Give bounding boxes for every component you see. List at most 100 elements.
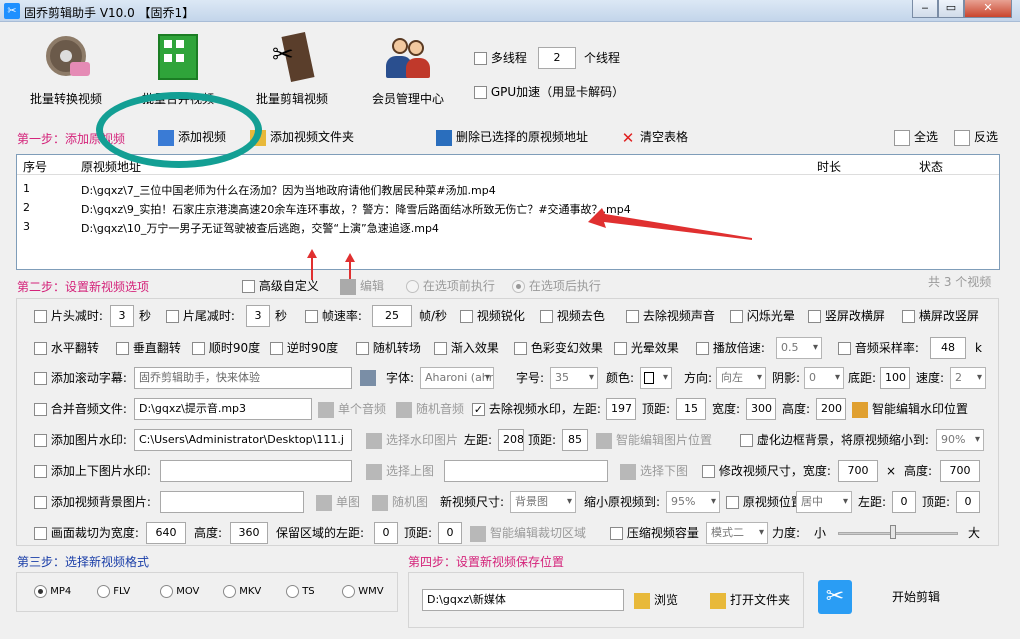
bottom-margin-input[interactable]: 100 (880, 367, 910, 389)
h2v-option[interactable]: 横屏改竖屏 (902, 306, 979, 326)
video-position-option[interactable]: 原视频位置: (726, 492, 807, 512)
wm-height-input[interactable]: 200 (816, 398, 846, 420)
choose-bottom-image-button[interactable]: 选择下图 (620, 461, 688, 481)
tail-trim-option[interactable]: 片尾减时: (166, 306, 235, 326)
sample-rate-option[interactable]: 音频采样率: (838, 338, 919, 358)
edit-button[interactable]: 编辑 (340, 276, 384, 296)
top-image-input[interactable] (160, 460, 352, 482)
bg-image-checkbox[interactable] (34, 496, 47, 509)
blur-border-option[interactable]: 虚化边框背景，将原视频缩小到: (740, 430, 929, 450)
shrink-select[interactable]: 95% (666, 491, 720, 513)
random-transition-option[interactable]: 随机转场 (356, 338, 421, 358)
rotate-ccw-option[interactable]: 逆时90度 (270, 338, 338, 358)
resize-width-input[interactable]: 700 (838, 460, 878, 482)
smart-crop-button[interactable]: 智能编辑裁切区域 (470, 523, 586, 543)
force-slider-thumb[interactable] (890, 525, 896, 539)
scissors-icon[interactable]: ✂ (818, 580, 852, 614)
mute-checkbox[interactable] (626, 310, 639, 323)
halo-checkbox[interactable] (614, 342, 627, 355)
smart-image-button[interactable]: 智能编辑图片位置 (596, 430, 712, 450)
remove-watermark-option[interactable]: 去除视频水印，左距: (472, 399, 601, 419)
color-shift-option[interactable]: 色彩变幻效果 (514, 338, 603, 358)
image-watermark-checkbox[interactable] (34, 434, 47, 447)
audio-path-input[interactable]: D:\gqxz\提示音.mp3 (134, 398, 312, 420)
format-flv-option[interactable]: FLV (97, 582, 130, 602)
compress-checkbox[interactable] (610, 527, 623, 540)
format-mp4-radio[interactable] (34, 584, 47, 598)
vflip-option[interactable]: 垂直翻转 (116, 338, 181, 358)
scroll-text-input[interactable]: 固乔剪辑助手，快来体验 (134, 367, 352, 389)
scroll-speed-select[interactable]: 2 (950, 367, 986, 389)
tail-trim-checkbox[interactable] (166, 310, 179, 323)
advanced-checkbox[interactable] (242, 280, 255, 293)
sample-rate-checkbox[interactable] (838, 342, 851, 355)
format-mov-radio[interactable] (160, 584, 173, 598)
bg-image-input[interactable] (160, 491, 304, 513)
updown-image-option[interactable]: 添加上下图片水印: (34, 461, 151, 481)
h2v-checkbox[interactable] (902, 310, 915, 323)
format-mkv-option[interactable]: MKV (223, 582, 261, 602)
v2h-option[interactable]: 竖屏改横屏 (808, 306, 885, 326)
advanced-option[interactable]: 高级自定义 (242, 276, 319, 296)
v2h-checkbox[interactable] (808, 310, 821, 323)
fadein-checkbox[interactable] (434, 342, 447, 355)
before-radio[interactable] (406, 280, 419, 293)
bg-image-option[interactable]: 添加视频背景图片: (34, 492, 151, 512)
smart-watermark-button[interactable]: 智能编辑水印位置 (852, 399, 968, 419)
flash-checkbox[interactable] (730, 310, 743, 323)
before-option[interactable]: 在选项前执行 (406, 276, 495, 296)
bottom-image-input[interactable] (444, 460, 608, 482)
rotate-ccw-checkbox[interactable] (270, 342, 283, 355)
wm-left-input[interactable]: 197 (606, 398, 636, 420)
head-trim-input[interactable]: 3 (110, 305, 134, 327)
speed-option[interactable]: 播放倍速: (696, 338, 765, 358)
new-size-select[interactable]: 背景图 (510, 491, 576, 513)
speed-checkbox[interactable] (696, 342, 709, 355)
speed-select[interactable]: 0.5 (776, 337, 822, 359)
fps-input[interactable]: 25 (372, 305, 412, 327)
color-shift-checkbox[interactable] (514, 342, 527, 355)
crop-option[interactable]: 画面裁切为宽度: (34, 523, 139, 543)
format-mp4-option[interactable]: MP4 (34, 582, 71, 602)
sample-rate-input[interactable]: 48 (930, 337, 966, 359)
format-mov-option[interactable]: MOV (160, 582, 199, 602)
bg-left-input[interactable]: 0 (892, 491, 916, 513)
resize-height-input[interactable]: 700 (940, 460, 980, 482)
browse-button[interactable]: 浏览 (634, 590, 678, 610)
single-bg-button[interactable]: 单图 (316, 492, 360, 512)
choose-image-button[interactable]: 选择水印图片 (366, 430, 458, 450)
video-position-select[interactable]: 居中 (796, 491, 852, 513)
crop-height-input[interactable]: 360 (230, 522, 268, 544)
scroll-text-checkbox[interactable] (34, 372, 47, 385)
compress-option[interactable]: 压缩视频容量 (610, 523, 699, 543)
crop-checkbox[interactable] (34, 527, 47, 540)
format-wmv-option[interactable]: WMV (342, 582, 384, 602)
head-trim-option[interactable]: 片头减时: (34, 306, 103, 326)
font-select[interactable]: Aharoni (ahr (420, 367, 494, 389)
video-position-checkbox[interactable] (726, 496, 739, 509)
text-style-icon[interactable] (360, 370, 376, 386)
wm-top-input[interactable]: 15 (676, 398, 706, 420)
format-wmv-radio[interactable] (342, 584, 355, 598)
random-audio-button[interactable]: 随机音频 (396, 399, 464, 419)
after-radio[interactable] (512, 280, 525, 293)
hflip-checkbox[interactable] (34, 342, 47, 355)
start-edit-button[interactable]: 开始剪辑 (892, 587, 940, 607)
halo-option[interactable]: 光晕效果 (614, 338, 679, 358)
mute-option[interactable]: 去除视频声音 (626, 306, 715, 326)
scroll-text-option[interactable]: 添加滚动字幕: (34, 368, 127, 388)
merge-audio-checkbox[interactable] (34, 403, 47, 416)
image-path-input[interactable]: C:\Users\Administrator\Desktop\111.j (134, 429, 352, 451)
rotate-cw-checkbox[interactable] (192, 342, 205, 355)
random-bg-button[interactable]: 随机图 (372, 492, 428, 512)
resize-checkbox[interactable] (702, 465, 715, 478)
keep-left-input[interactable]: 0 (374, 522, 398, 544)
color-picker[interactable] (640, 367, 672, 389)
fps-checkbox[interactable] (305, 310, 318, 323)
vflip-checkbox[interactable] (116, 342, 129, 355)
image-watermark-option[interactable]: 添加图片水印: (34, 430, 127, 450)
hflip-option[interactable]: 水平翻转 (34, 338, 99, 358)
force-slider-track[interactable] (838, 532, 958, 535)
flash-option[interactable]: 闪烁光晕 (730, 306, 795, 326)
choose-top-image-button[interactable]: 选择上图 (366, 461, 434, 481)
